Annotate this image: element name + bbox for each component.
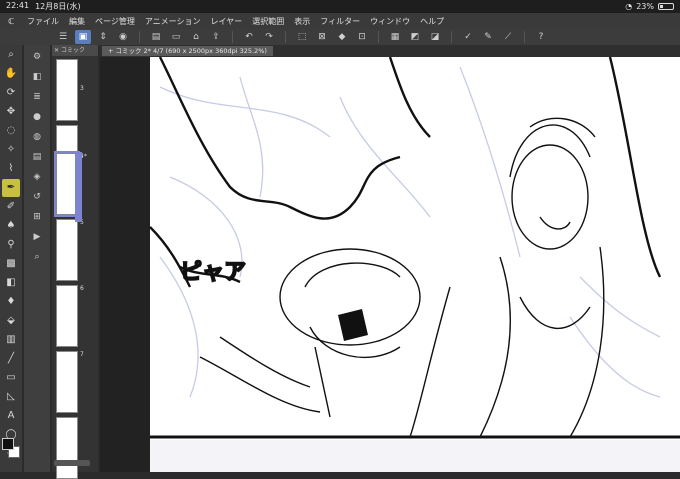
- menu-view[interactable]: 表示: [289, 16, 315, 27]
- material-icon[interactable]: ▤: [29, 149, 45, 165]
- snap-grid-icon[interactable]: ▦: [387, 30, 403, 44]
- page-number: 7: [80, 351, 84, 358]
- lasso-tool-icon[interactable]: ◌: [2, 122, 20, 140]
- date: 12月8日(水): [35, 2, 81, 11]
- save-icon[interactable]: ⌂: [188, 30, 204, 44]
- auto-action-icon[interactable]: ▶: [29, 229, 45, 245]
- menu-file[interactable]: ファイル: [22, 16, 64, 27]
- page-selection-indicator: [75, 152, 82, 222]
- blend-tool-icon[interactable]: ♦: [2, 293, 20, 311]
- export-icon[interactable]: ⇪: [208, 30, 224, 44]
- menu-page-management[interactable]: ページ管理: [90, 16, 140, 27]
- layers-icon[interactable]: ◧: [29, 69, 45, 85]
- manga-artwork: ピャア: [100, 57, 680, 472]
- decoration-tool-icon[interactable]: ▩: [2, 255, 20, 273]
- layer-property-icon[interactable]: ⊞: [29, 209, 45, 225]
- canvas-tab[interactable]: + コミック 2* 4/7 (690 x 2500px 360dpi 325.2…: [102, 46, 273, 56]
- menu-help[interactable]: ヘルプ: [415, 16, 449, 27]
- navigator-icon[interactable]: ◈: [29, 169, 45, 185]
- properties-icon[interactable]: ≣: [29, 89, 45, 105]
- hamburger-menu-icon[interactable]: ☰: [55, 30, 71, 44]
- pen-stabilizer-icon[interactable]: ✓: [460, 30, 476, 44]
- sub-tool-palette: ⚙ ◧ ≣ ● ◍ ▤ ◈ ↺ ⊞ ▶ ⌕: [24, 45, 50, 472]
- sfx-text: ピャア: [180, 260, 246, 285]
- eyedropper-tool-icon[interactable]: ⌇: [2, 160, 20, 178]
- rotate-tool-icon[interactable]: ⟳: [2, 84, 20, 102]
- clear-icon[interactable]: ⊠: [314, 30, 330, 44]
- snap-special-icon[interactable]: ◪: [427, 30, 443, 44]
- canvas-tab-bar: + コミック 2* 4/7 (690 x 2500px 360dpi 325.2…: [100, 45, 680, 57]
- open-folder-icon[interactable]: ▭: [168, 30, 184, 44]
- page-manager-panel: ✕ コミック 3 4* 5 6 7: [52, 45, 98, 479]
- move-tool-icon[interactable]: ✥: [2, 103, 20, 121]
- text-tool-icon[interactable]: A: [2, 407, 20, 425]
- app-logo-icon[interactable]: ℂ: [0, 17, 22, 26]
- menu-filter[interactable]: フィルター: [315, 16, 365, 27]
- settings-icon[interactable]: ⚙: [29, 49, 45, 65]
- ruler-tool-icon[interactable]: ◺: [2, 388, 20, 406]
- magic-wand-tool-icon[interactable]: ✧: [2, 141, 20, 159]
- page-view-icon[interactable]: ▣: [75, 30, 91, 44]
- page-manager-tab[interactable]: ✕ コミック: [52, 45, 98, 56]
- undo-icon[interactable]: ↶: [241, 30, 257, 44]
- menu-bar: ℂ ファイル 編集 ページ管理 アニメーション レイヤー 選択範囲 表示 フィル…: [0, 13, 680, 29]
- page-thumbnail[interactable]: [56, 351, 78, 413]
- menu-layer[interactable]: レイヤー: [206, 16, 248, 27]
- zoom-tool-icon[interactable]: ⌕: [2, 46, 20, 64]
- tool-palette: ⌕ ✋ ⟳ ✥ ◌ ✧ ⌇ ✒ ✐ ♠ ⚲ ▩ ◧ ♦ ⬙ ▥ ╱ ▭ ◺ A …: [0, 45, 22, 472]
- pen-pressure-icon[interactable]: ✎: [480, 30, 496, 44]
- fill-icon[interactable]: ◆: [334, 30, 350, 44]
- eraser-tool-icon[interactable]: ◧: [2, 274, 20, 292]
- color-circle-icon[interactable]: ◍: [29, 129, 45, 145]
- menu-window[interactable]: ウィンドウ: [365, 16, 415, 27]
- frame-tool-icon[interactable]: ▭: [2, 369, 20, 387]
- page-thumbnail[interactable]: [56, 285, 78, 347]
- menu-animation[interactable]: アニメーション: [140, 16, 206, 27]
- canvas-area[interactable]: ピャア: [100, 57, 680, 472]
- menu-selection[interactable]: 選択範囲: [247, 16, 289, 27]
- foreground-color-swatch[interactable]: [2, 438, 14, 450]
- color-swatch[interactable]: [2, 438, 20, 460]
- eye-icon[interactable]: ◉: [115, 30, 131, 44]
- page-thumbnail[interactable]: [56, 219, 78, 281]
- brush-size-icon[interactable]: ●: [29, 109, 45, 125]
- menu-edit[interactable]: 編集: [64, 16, 90, 27]
- pencil-tool-icon[interactable]: ✐: [2, 198, 20, 216]
- transform-icon[interactable]: ⊡: [354, 30, 370, 44]
- figure-tool-icon[interactable]: ╱: [2, 350, 20, 368]
- page-thumbnail[interactable]: [56, 417, 78, 479]
- search-icon[interactable]: ⌕: [29, 249, 45, 265]
- airbrush-tool-icon[interactable]: ⚲: [2, 236, 20, 254]
- help-icon[interactable]: ?: [533, 30, 549, 44]
- command-bar: ☰ ▣ ⇕ ◉ ▤ ▭ ⌂ ⇪ ↶ ↷ ⬚ ⊠ ◆ ⊡ ▦ ◩ ◪ ✓ ✎ ⟋ …: [0, 29, 680, 45]
- swap-icon[interactable]: ⇕: [95, 30, 111, 44]
- page-thumbnail[interactable]: [56, 59, 78, 121]
- pen-tool-icon[interactable]: ✒: [2, 179, 20, 197]
- snap-ruler-icon[interactable]: ◩: [407, 30, 423, 44]
- hand-tool-icon[interactable]: ✋: [2, 65, 20, 83]
- clock: 22:41: [6, 1, 30, 10]
- redo-icon[interactable]: ↷: [261, 30, 277, 44]
- battery-icon: [658, 3, 674, 10]
- page-number: 3: [80, 85, 84, 92]
- page-panel-scrollbar[interactable]: [54, 460, 90, 466]
- gradient-tool-icon[interactable]: ▥: [2, 331, 20, 349]
- fill-tool-icon[interactable]: ⬙: [2, 312, 20, 330]
- history-icon[interactable]: ↺: [29, 189, 45, 205]
- status-bar: 22:41 12月8日(水) ◔ 23%: [0, 0, 680, 13]
- new-file-icon[interactable]: ▤: [148, 30, 164, 44]
- page-number: 6: [80, 285, 84, 292]
- pen-taper-icon[interactable]: ⟋: [500, 30, 516, 44]
- brush-tool-icon[interactable]: ♠: [2, 217, 20, 235]
- deselect-icon[interactable]: ⬚: [294, 30, 310, 44]
- battery-percent: 23%: [636, 2, 654, 11]
- wifi-icon: ◔: [625, 2, 633, 11]
